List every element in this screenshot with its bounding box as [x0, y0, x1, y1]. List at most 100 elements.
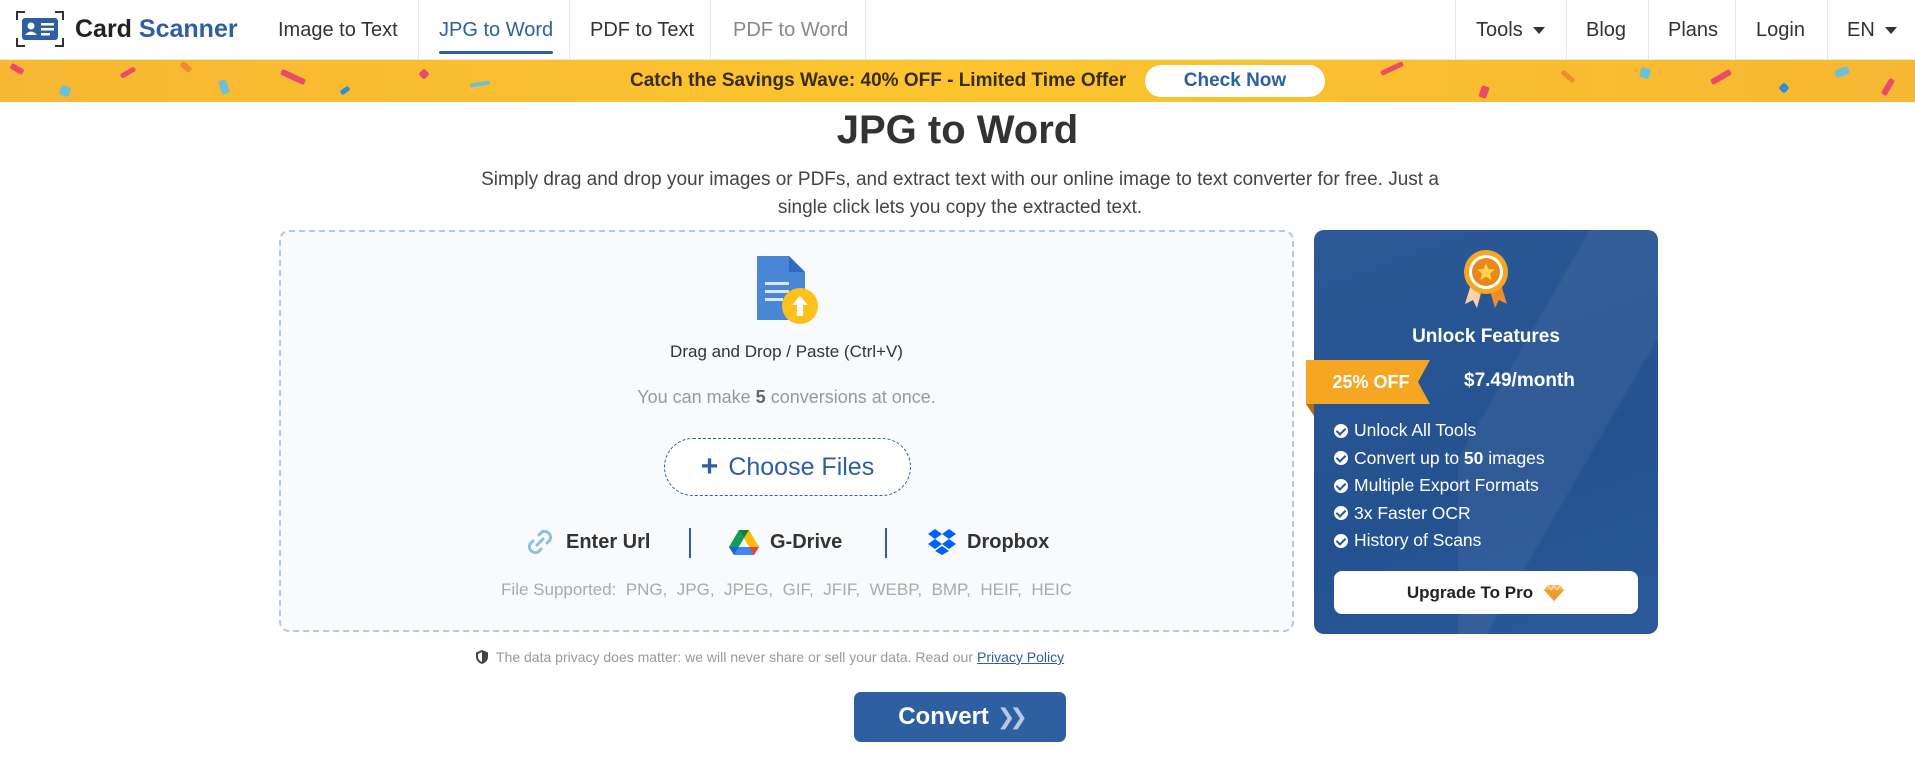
feature-text: History of Scans	[1354, 530, 1482, 551]
award-medal-icon	[1464, 250, 1508, 308]
upload-sources: Enter Url G-Drive Dropbox	[281, 522, 1292, 562]
limit-suffix: conversions at once.	[770, 387, 936, 407]
nav-label: Image to Text	[278, 18, 398, 41]
feature-item: Convert up to 50 images	[1334, 445, 1545, 473]
pro-upgrade-card: Unlock Features 25% OFF $7.49/month Unlo…	[1306, 230, 1658, 634]
formats-list: PNG, JPG, JPEG, GIF, JFIF, WEBP, BMP, HE…	[625, 580, 1072, 599]
nav-divider	[1827, 0, 1828, 60]
confetti-decoration	[418, 68, 430, 80]
confetti-decoration	[1638, 66, 1652, 80]
enter-url-button[interactable]: Enter Url	[524, 522, 650, 562]
feature-item: History of Scans	[1334, 527, 1545, 555]
feature-item: 3x Faster OCR	[1334, 500, 1545, 528]
nav-divider	[1455, 0, 1456, 60]
check-now-button[interactable]: Check Now	[1145, 65, 1325, 97]
nav-tools-dropdown[interactable]: Tools	[1476, 0, 1545, 60]
nav-label: EN	[1847, 18, 1875, 41]
pro-price: $7.49/month	[1464, 370, 1575, 391]
nav-label: Tools	[1476, 18, 1523, 41]
diamond-icon	[1544, 583, 1565, 601]
privacy-text: The data privacy does matter: we will ne…	[496, 649, 974, 665]
convert-label: Convert	[898, 703, 989, 730]
dropbox-label: Dropbox	[967, 530, 1050, 553]
confetti-decoration	[1560, 69, 1576, 84]
plus-icon: +	[700, 450, 719, 483]
nav-jpg-to-word[interactable]: JPG to Word	[439, 0, 554, 60]
promo-banner: Catch the Savings Wave: 40% OFF - Limite…	[0, 60, 1915, 102]
dropbox-button[interactable]: Dropbox	[927, 522, 1049, 562]
confetti-decoration	[179, 60, 193, 74]
upgrade-to-pro-button[interactable]: Upgrade To Pro	[1334, 571, 1638, 614]
nav-pdf-to-text[interactable]: PDF to Text	[590, 0, 694, 60]
enter-url-label: Enter Url	[566, 530, 651, 553]
dropbox-icon	[928, 529, 956, 555]
nav-divider	[1735, 0, 1736, 60]
feature-text: Convert up to	[1354, 447, 1464, 468]
nav-divider	[1648, 0, 1649, 60]
nav-divider	[569, 0, 570, 60]
upload-dropzone[interactable]: Drag and Drop / Paste (Ctrl+V) You can m…	[279, 230, 1294, 632]
nav-divider	[710, 0, 711, 60]
feature-item: Unlock All Tools	[1334, 417, 1545, 445]
confetti-decoration	[469, 80, 491, 88]
logo[interactable]: Card Scanner	[15, 10, 238, 48]
confetti-decoration	[58, 84, 72, 98]
privacy-policy-link[interactable]: Privacy Policy	[977, 649, 1064, 665]
choose-files-button[interactable]: + Choose Files	[664, 438, 911, 496]
link-icon	[527, 529, 553, 555]
language-selector[interactable]: EN	[1847, 0, 1897, 60]
check-circle-icon	[1334, 423, 1348, 438]
confetti-decoration	[1478, 84, 1490, 100]
nav-plans[interactable]: Plans	[1668, 0, 1718, 60]
nav-label: PDF to Word	[733, 18, 849, 41]
nav-divider	[865, 0, 866, 60]
feature-text: 3x Faster OCR	[1354, 502, 1471, 523]
check-circle-icon	[1334, 478, 1348, 493]
confetti-decoration	[1778, 82, 1790, 94]
feature-text: Multiple Export Formats	[1354, 475, 1539, 496]
supported-formats: File Supported: PNG, JPG, JPEG, GIF, JFI…	[281, 580, 1292, 600]
feature-text-suffix: images	[1483, 447, 1545, 468]
top-navbar: Card Scanner Image to Text JPG to Word P…	[0, 0, 1915, 60]
choose-files-label: Choose Files	[728, 452, 875, 481]
page-title: JPG to Word	[836, 108, 1079, 152]
discount-label: 25% OFF	[1332, 372, 1410, 392]
nav-label: PDF to Text	[590, 18, 695, 41]
nav-label: Login	[1756, 18, 1805, 41]
id-card-icon	[16, 11, 64, 47]
limit-prefix: You can make	[637, 387, 751, 407]
feature-item: Multiple Export Formats	[1334, 472, 1545, 500]
upgrade-label: Upgrade To Pro	[1406, 582, 1534, 602]
confetti-decoration	[1709, 68, 1733, 86]
confetti-decoration	[119, 66, 137, 79]
drop-instructions: Drag and Drop / Paste (Ctrl+V)	[670, 342, 903, 361]
shield-icon	[476, 650, 488, 664]
brand-name-part-b: Scanner	[138, 14, 238, 43]
confetti-decoration	[339, 85, 351, 96]
source-divider	[885, 528, 887, 558]
convert-button[interactable]: Convert ❯❯	[854, 692, 1066, 742]
nav-login[interactable]: Login	[1756, 0, 1805, 60]
nav-divider	[1566, 0, 1567, 60]
confetti-decoration	[1880, 77, 1896, 97]
google-drive-icon	[729, 530, 759, 555]
double-chevron-right-icon: ❯❯	[996, 704, 1028, 729]
nav-blog[interactable]: Blog	[1586, 0, 1626, 60]
check-circle-icon	[1334, 533, 1348, 548]
nav-divider	[418, 0, 419, 60]
feature-text: Unlock All Tools	[1354, 420, 1477, 441]
source-divider	[689, 528, 691, 558]
confetti-decoration	[279, 68, 307, 86]
feature-list: Unlock All Tools Convert up to 50 images…	[1334, 417, 1545, 555]
nav-image-to-text[interactable]: Image to Text	[278, 0, 398, 60]
check-circle-icon	[1334, 451, 1348, 466]
google-drive-button[interactable]: G-Drive	[728, 522, 842, 562]
nav-label: JPG to Word	[439, 18, 554, 41]
brand-name: Card Scanner	[75, 15, 238, 44]
caret-down-icon	[1532, 26, 1545, 34]
file-upload-icon	[757, 256, 818, 324]
limit-count: 5	[755, 387, 766, 407]
nav-pdf-to-word[interactable]: PDF to Word	[733, 0, 848, 60]
confetti-decoration	[9, 62, 25, 76]
feature-bold: 50	[1463, 447, 1484, 468]
